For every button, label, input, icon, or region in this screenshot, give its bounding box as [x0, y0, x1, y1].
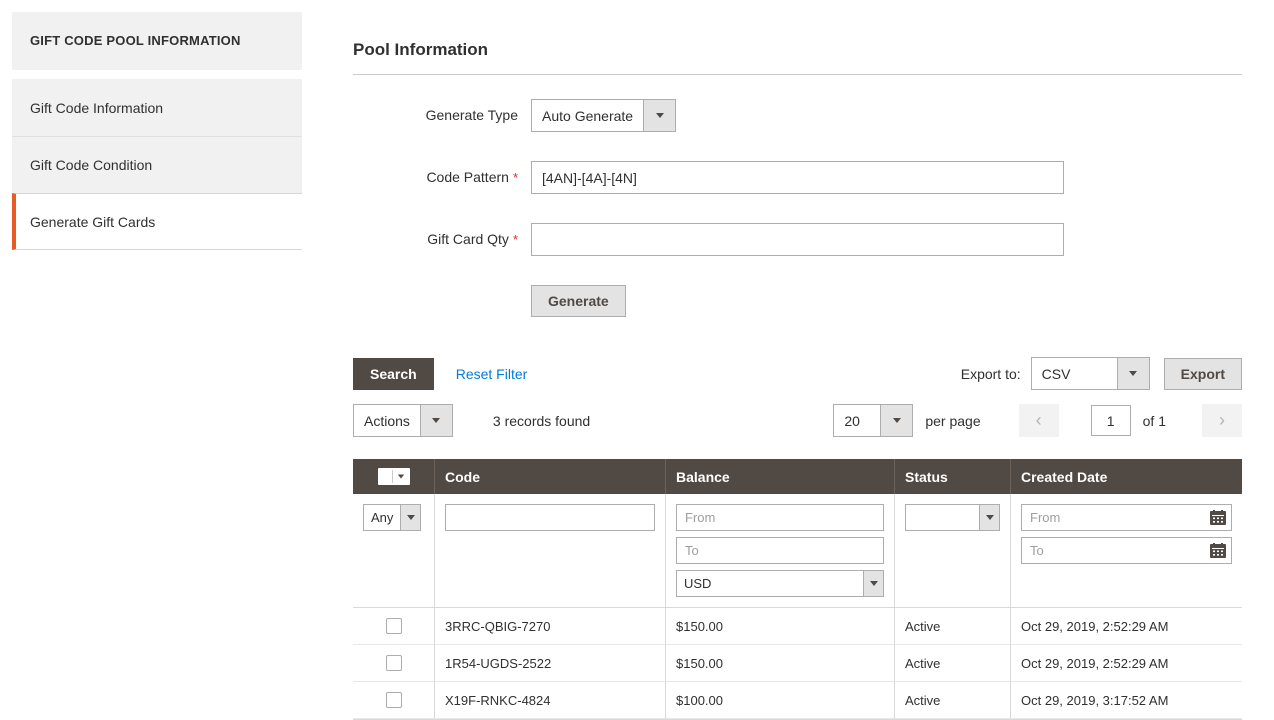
gift-card-qty-label: Gift Card Qty* — [353, 223, 518, 256]
pool-information-form: Generate Type Auto Generate Code Pattern… — [353, 99, 1242, 317]
page-title: Pool Information — [353, 40, 1242, 60]
grid-toolbar-pager: Actions 3 records found 20 per page ‹ of… — [353, 404, 1242, 437]
chevron-down-icon — [880, 405, 912, 436]
gift-cards-grid: Code Balance Status Created Date Any — [353, 459, 1242, 720]
filter-cell-status — [894, 494, 1010, 608]
chevron-down-icon — [979, 505, 999, 530]
filter-cell-created-date — [1010, 494, 1242, 608]
cell-status: Active — [894, 608, 1010, 645]
column-header-created-date[interactable]: Created Date — [1010, 459, 1242, 494]
column-header-code[interactable]: Code — [434, 459, 665, 494]
currency-select[interactable]: USD — [676, 570, 884, 597]
previous-page-button[interactable]: ‹ — [1019, 404, 1059, 437]
calendar-icon[interactable] — [1210, 510, 1226, 530]
balance-from-input[interactable] — [676, 504, 884, 531]
cell-created-date: Oct 29, 2019, 3:17:52 AM — [1010, 682, 1242, 719]
generate-type-select[interactable]: Auto Generate — [531, 99, 676, 132]
select-all-checkbox[interactable] — [380, 470, 393, 483]
generate-type-label: Generate Type — [353, 99, 518, 132]
cell-created-date: Oct 29, 2019, 2:52:29 AM — [1010, 608, 1242, 645]
chevron-down-icon — [863, 571, 883, 596]
page: GIFT CODE POOL INFORMATION Gift Code Inf… — [0, 0, 1274, 720]
cell-status: Active — [894, 645, 1010, 682]
per-page-select[interactable]: 20 — [833, 404, 913, 437]
sidebar-title: GIFT CODE POOL INFORMATION — [12, 12, 302, 70]
cell-balance: $150.00 — [665, 608, 894, 645]
filter-cell-massaction: Any — [353, 494, 434, 608]
row-checkbox[interactable] — [386, 618, 402, 634]
table-row[interactable]: X19F-RNKC-4824 $100.00 Active Oct 29, 20… — [353, 682, 1242, 719]
select-all-header-cell — [353, 459, 434, 494]
sidebar-item-gift-code-information[interactable]: Gift Code Information — [12, 79, 302, 136]
required-asterisk: * — [513, 232, 518, 247]
reset-filter-link[interactable]: Reset Filter — [456, 366, 528, 382]
next-page-button[interactable]: › — [1202, 404, 1242, 437]
sidebar-item-generate-gift-cards[interactable]: Generate Gift Cards — [12, 193, 302, 250]
code-pattern-label: Code Pattern* — [353, 161, 518, 194]
gift-card-qty-input[interactable] — [531, 223, 1064, 256]
date-from-input[interactable] — [1021, 504, 1232, 531]
massaction-filter-select[interactable]: Any — [363, 504, 421, 531]
gift-card-qty-row: Gift Card Qty* — [353, 223, 1242, 256]
grid-toolbar-search: Search Reset Filter Export to: CSV Expor… — [353, 357, 1242, 390]
code-filter-input[interactable] — [445, 504, 655, 531]
search-button[interactable]: Search — [353, 358, 434, 390]
page-number-input[interactable] — [1091, 405, 1131, 436]
export-button[interactable]: Export — [1164, 358, 1242, 390]
row-checkbox[interactable] — [386, 692, 402, 708]
row-checkbox[interactable] — [386, 655, 402, 671]
status-filter-select[interactable] — [905, 504, 1000, 531]
sidebar-item-label: Gift Code Information — [30, 100, 163, 116]
generate-button-row: Generate — [353, 285, 1242, 317]
balance-to-input[interactable] — [676, 537, 884, 564]
chevron-down-icon — [420, 405, 452, 436]
generate-button[interactable]: Generate — [531, 285, 626, 317]
filter-cell-balance: USD — [665, 494, 894, 608]
table-row[interactable]: 3RRC-QBIG-7270 $150.00 Active Oct 29, 20… — [353, 608, 1242, 645]
date-to-input[interactable] — [1021, 537, 1232, 564]
records-found-text: 3 records found — [493, 413, 590, 429]
filter-cell-code — [434, 494, 665, 608]
generate-type-row: Generate Type Auto Generate — [353, 99, 1242, 132]
sidebar-item-gift-code-condition[interactable]: Gift Code Condition — [12, 136, 302, 193]
export-format-select[interactable]: CSV — [1031, 357, 1150, 390]
chevron-down-icon — [397, 475, 403, 479]
chevron-down-icon — [400, 505, 420, 530]
cell-code: 3RRC-QBIG-7270 — [434, 608, 665, 645]
grid-filter-row: Any USD — [353, 494, 1242, 608]
table-row[interactable]: 1R54-UGDS-2522 $150.00 Active Oct 29, 20… — [353, 645, 1242, 682]
grid-header-row: Code Balance Status Created Date — [353, 459, 1242, 494]
cell-code: X19F-RNKC-4824 — [434, 682, 665, 719]
column-header-status[interactable]: Status — [894, 459, 1010, 494]
main-content: Pool Information Generate Type Auto Gene… — [353, 40, 1242, 720]
export-to-label: Export to: — [961, 366, 1021, 382]
select-all-dropdown[interactable] — [378, 468, 410, 485]
code-pattern-row: Code Pattern* — [353, 161, 1242, 194]
cell-created-date: Oct 29, 2019, 2:52:29 AM — [1010, 645, 1242, 682]
chevron-down-icon — [1117, 358, 1149, 389]
required-asterisk: * — [513, 170, 518, 185]
cell-code: 1R54-UGDS-2522 — [434, 645, 665, 682]
chevron-down-icon — [643, 100, 675, 131]
cell-status: Active — [894, 682, 1010, 719]
cell-balance: $100.00 — [665, 682, 894, 719]
of-pages-label: of 1 — [1143, 413, 1166, 429]
sidebar: GIFT CODE POOL INFORMATION Gift Code Inf… — [12, 12, 302, 250]
calendar-icon[interactable] — [1210, 543, 1226, 563]
sidebar-items: Gift Code Information Gift Code Conditio… — [12, 79, 302, 250]
per-page-label: per page — [925, 413, 980, 429]
sidebar-item-label: Gift Code Condition — [30, 157, 152, 173]
sidebar-item-label: Generate Gift Cards — [30, 214, 155, 230]
column-header-balance[interactable]: Balance — [665, 459, 894, 494]
cell-balance: $150.00 — [665, 645, 894, 682]
code-pattern-input[interactable] — [531, 161, 1064, 194]
title-divider — [353, 74, 1242, 75]
actions-select[interactable]: Actions — [353, 404, 453, 437]
